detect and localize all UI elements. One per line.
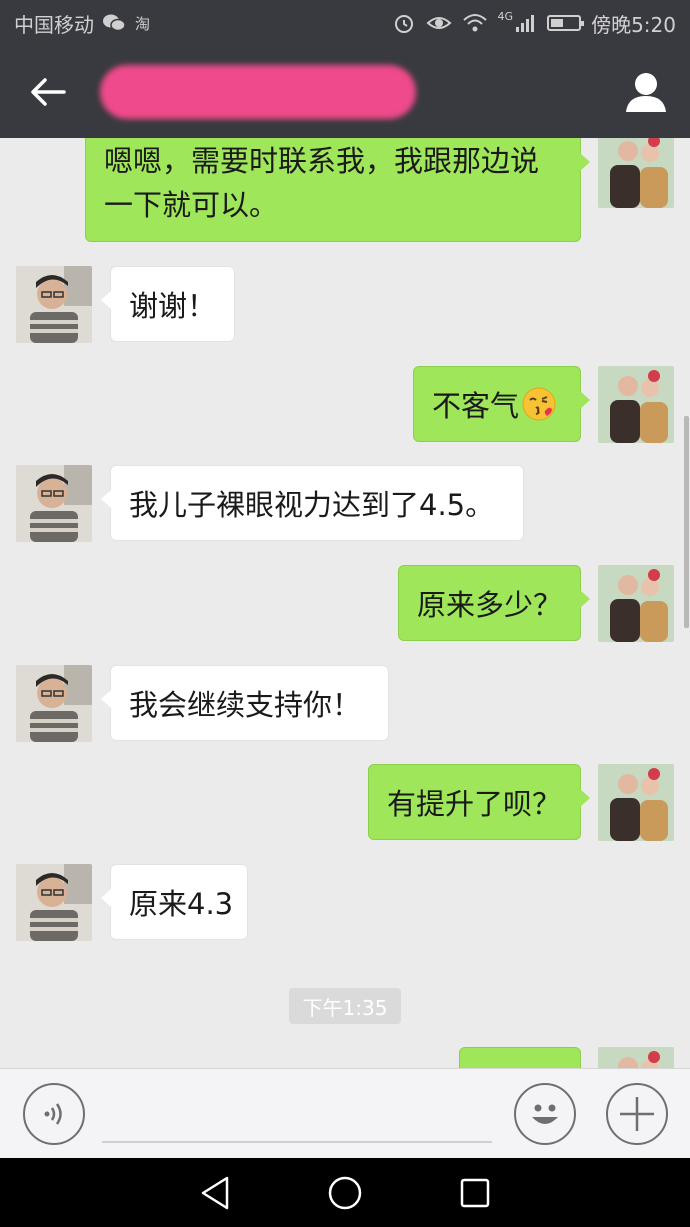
my-avatar[interactable] [598,1047,674,1068]
message-text: 不客气 [432,389,520,423]
profile-icon [626,73,666,112]
svg-text:淘: 淘 [135,15,150,33]
title-bar [0,46,690,138]
message-bubble-sent[interactable]: 原来多少？ [398,565,590,641]
message-bubble-sent[interactable]: 不客气 [413,366,590,442]
back-triangle-icon [201,1176,229,1209]
nav-recent-button[interactable] [455,1173,495,1213]
contact-avatar[interactable] [16,465,92,542]
back-arrow-icon [31,78,66,106]
signal-icon [516,15,535,32]
battery-icon [547,15,585,31]
back-button[interactable] [0,46,96,138]
emoji-icon [532,1104,558,1124]
message-bubble-sent[interactable]: 嗯嗯，需要时联系我，我跟那边说一下就可以。 [85,138,590,242]
my-avatar[interactable] [598,764,674,841]
message-bubble-received[interactable]: 我会继续支持你！ [101,665,389,741]
message-bubble-sent[interactable] [459,1047,581,1068]
message-list[interactable]: 嗯嗯，需要时联系我，我跟那边说一下就可以。 谢谢！ 不客气 我儿子裸眼视力达到了… [0,138,690,1068]
my-avatar[interactable] [598,366,674,443]
voice-icon [44,1103,62,1125]
emoji-button[interactable] [514,1083,576,1145]
contact-avatar[interactable] [16,864,92,941]
my-avatar[interactable] [598,138,674,208]
status-bar: 中国移动 淘 4G 傍晚5:20 [0,0,690,46]
message-bubble-sent[interactable]: 有提升了呗？ [368,764,590,840]
message-bubble-received[interactable]: 原来4.3 [101,864,248,940]
chat-title-redacted [100,65,416,119]
input-bar [0,1068,690,1158]
kissing-face-emoji-icon [522,387,556,421]
more-button[interactable] [606,1083,668,1145]
message-input[interactable] [102,1141,492,1143]
wifi-icon [462,14,487,32]
home-circle-icon [328,1176,362,1209]
plus-icon [620,1097,654,1131]
scrollbar[interactable] [684,416,689,628]
recent-square-icon [460,1178,490,1207]
carrier-label: 中国移动 [14,12,94,37]
taobao-notification-icon: 淘 [135,15,150,33]
contact-avatar[interactable] [16,665,92,742]
alarm-icon [394,15,413,33]
nav-home-button[interactable] [325,1173,365,1213]
nav-back-button[interactable] [195,1173,235,1213]
system-nav-bar [0,1158,690,1227]
timestamp-label: 下午1:35 [289,988,401,1024]
message-bubble-received[interactable]: 谢谢！ [101,266,235,342]
network-type-label: 4G [497,9,514,23]
contact-avatar[interactable] [16,266,92,343]
status-time: 傍晚5:20 [591,12,676,37]
message-bubble-received[interactable]: 我儿子裸眼视力达到了4.5。 [101,465,524,541]
chat-info-button[interactable] [624,70,668,114]
wechat-notification-icon [103,14,126,32]
eye-comfort-icon [426,17,452,29]
my-avatar[interactable] [598,565,674,642]
voice-button[interactable] [23,1083,85,1145]
